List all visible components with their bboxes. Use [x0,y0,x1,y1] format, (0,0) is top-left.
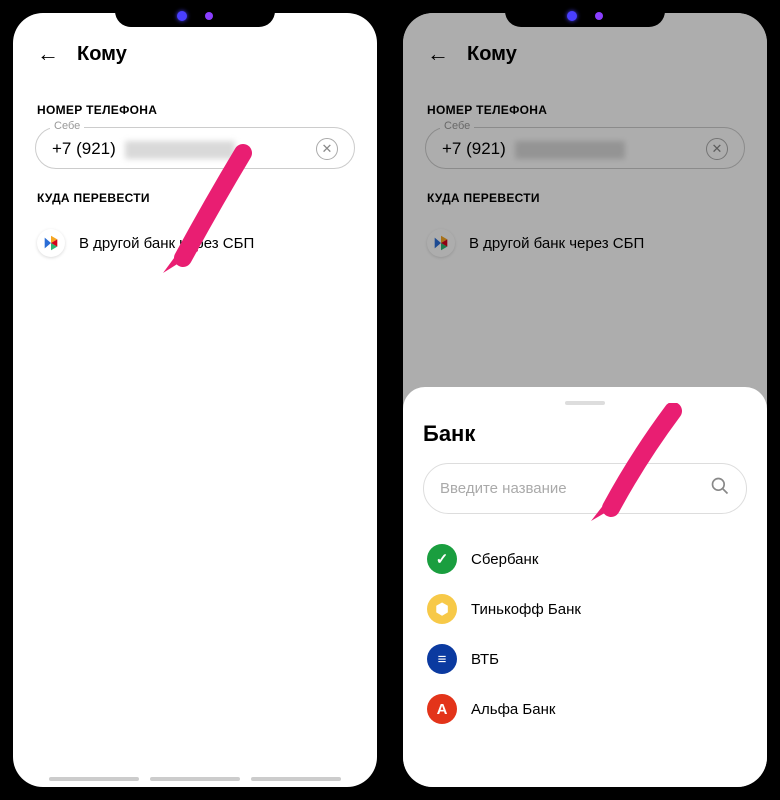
dest-section-label: КУДА ПЕРЕВЕСТИ [13,169,377,215]
bank-name: ВТБ [471,651,499,668]
bank-icon: ≡ [427,644,457,674]
phone-prefix: +7 (921) [442,139,506,158]
sheet-title: Банк [423,421,747,447]
notch [505,5,665,27]
bank-search-input[interactable] [423,463,747,514]
phone-input[interactable]: Себе +7 (921) ✕ [425,127,745,169]
clear-icon[interactable]: ✕ [316,138,338,160]
bank-name: Альфа Банк [471,701,555,718]
nav-bar [13,777,377,781]
dest-option-sbp[interactable]: В другой банк через СБП [403,215,767,271]
phone-frame-left: ← Кому НОМЕР ТЕЛЕФОНА Себе +7 (921) ✕ КУ… [5,5,385,795]
bank-icon: A [427,694,457,724]
phone-blurred-digits [125,141,235,159]
nav-pill[interactable] [251,777,341,781]
nav-pill[interactable] [150,777,240,781]
search-field[interactable] [440,480,700,497]
dest-section-label: КУДА ПЕРЕВЕСТИ [403,169,767,215]
page-title: Кому [77,43,127,66]
back-icon[interactable]: ← [37,41,59,67]
bank-icon: ✓ [427,544,457,574]
bank-row[interactable]: ✓ Сбербанк [423,534,747,584]
bank-icon: ⬢ [427,594,457,624]
nav-pill[interactable] [49,777,139,781]
bank-name: Сбербанк [471,551,538,568]
phone-prefix: +7 (921) [52,139,116,158]
bank-row[interactable]: ⬢ Тинькофф Банк [423,584,747,634]
clear-icon[interactable]: ✕ [706,138,728,160]
dest-label: В другой банк через СБП [469,235,644,252]
dest-label: В другой банк через СБП [79,235,254,252]
bank-bottom-sheet: Банк ✓ Сбербанк ⬢ Тинькофф Банк ≡ ВТБ A Альфа Б… [403,387,767,787]
phone-blurred-digits [515,141,625,159]
bank-row[interactable]: ≡ ВТБ [423,634,747,684]
notch [115,5,275,27]
phone-value: +7 (921) [52,139,316,159]
sbp-icon [427,229,455,257]
screen-left: ← Кому НОМЕР ТЕЛЕФОНА Себе +7 (921) ✕ КУ… [13,13,377,787]
phone-frame-right: ← Кому НОМЕР ТЕЛЕФОНА Себе +7 (921) ✕ КУ… [395,5,775,795]
phone-legend: Себе [440,120,474,132]
sheet-handle[interactable] [565,401,605,405]
back-icon[interactable]: ← [427,41,449,67]
bank-list: ✓ Сбербанк ⬢ Тинькофф Банк ≡ ВТБ A Альфа Банк [423,534,747,734]
phone-input[interactable]: Себе +7 (921) ✕ [35,127,355,169]
bank-name: Тинькофф Банк [471,601,581,618]
sbp-icon [37,229,65,257]
search-icon[interactable] [710,476,730,501]
page-title: Кому [467,43,517,66]
screen-right: ← Кому НОМЕР ТЕЛЕФОНА Себе +7 (921) ✕ КУ… [403,13,767,787]
phone-legend: Себе [50,120,84,132]
bank-row[interactable]: A Альфа Банк [423,684,747,734]
phone-value: +7 (921) [442,139,706,159]
dest-option-sbp[interactable]: В другой банк через СБП [13,215,377,271]
